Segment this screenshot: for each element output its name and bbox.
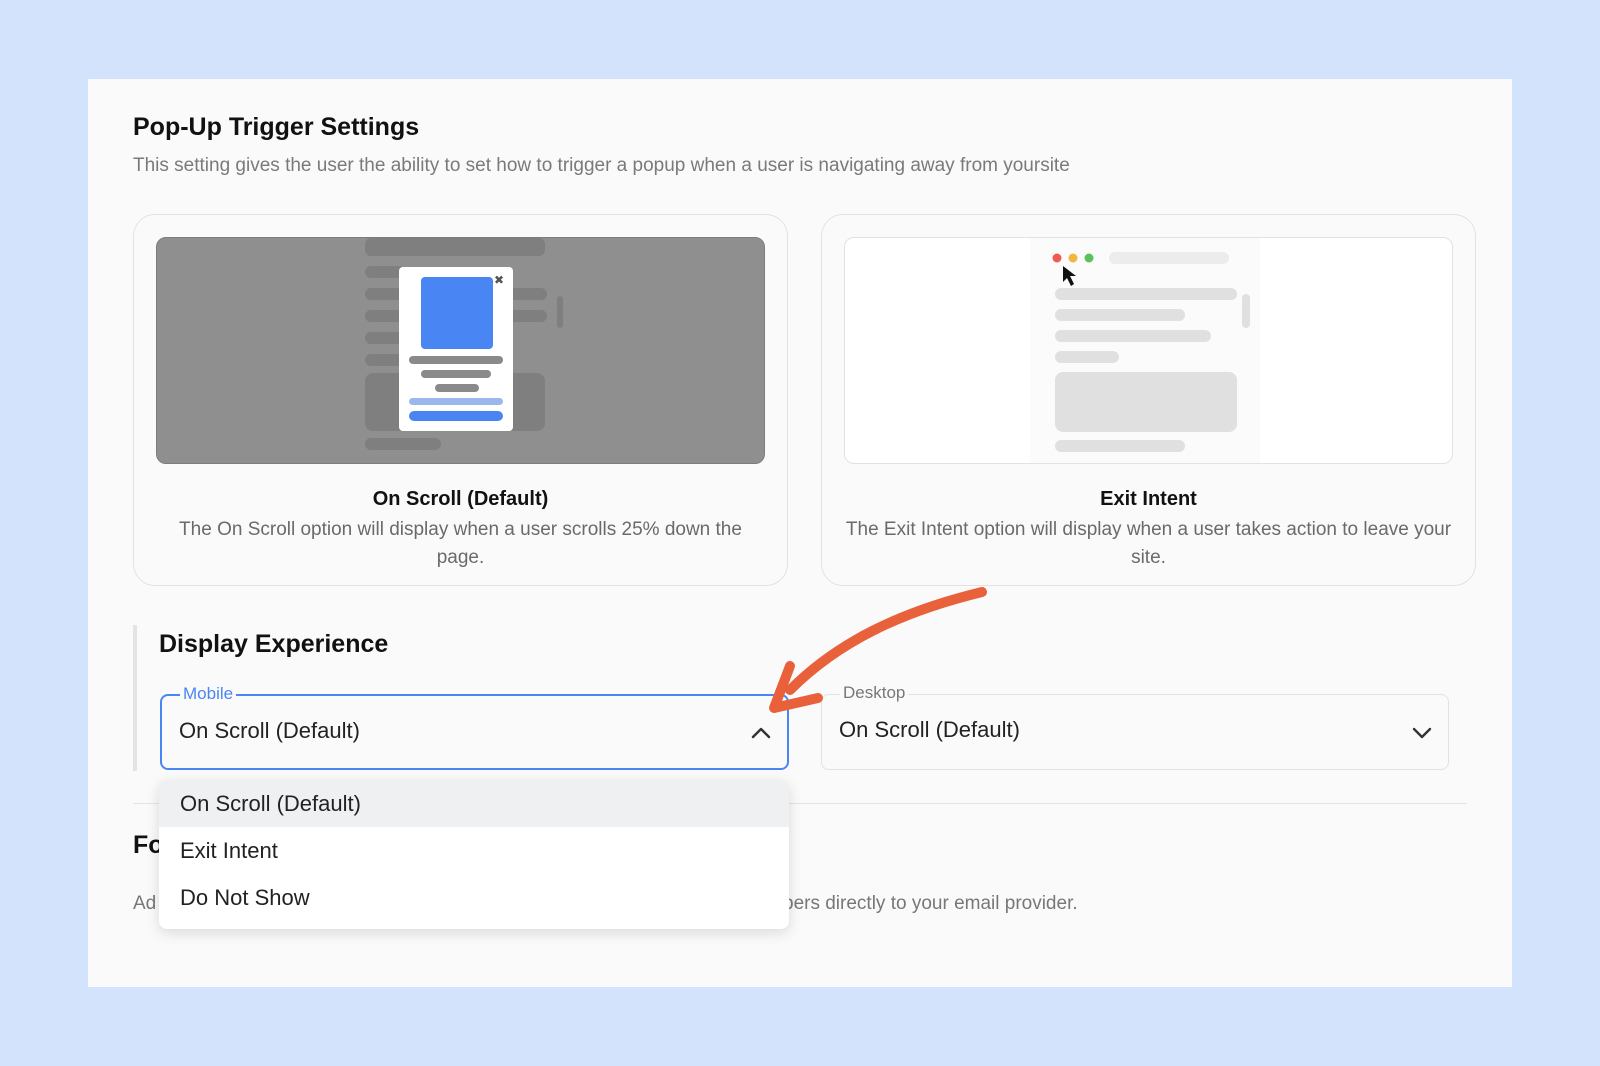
chevron-down-icon[interactable]	[1410, 722, 1434, 742]
exit-intent-illustration	[1030, 238, 1260, 463]
dropdown-option-do-not-show[interactable]: Do Not Show	[159, 874, 789, 921]
next-section-desc-tail: bers directly to your email provider.	[783, 893, 1078, 914]
dropdown-option-on-scroll[interactable]: On Scroll (Default)	[159, 780, 789, 827]
card-title-on-scroll: On Scroll (Default)	[372, 488, 549, 510]
card-title-exit-intent: Exit Intent	[1100, 488, 1197, 510]
trigger-card-on-scroll[interactable]: ✖ On Scroll (Default) The On Scroll opti…	[133, 214, 788, 586]
svg-text:✖: ✖	[494, 273, 504, 287]
display-experience-title: Display Experience	[159, 630, 389, 658]
next-section-desc: Ad	[133, 893, 157, 914]
trigger-card-exit-intent[interactable]: Exit Intent The Exit Intent option will …	[821, 214, 1476, 586]
section-accent-bar	[133, 625, 137, 771]
exit-intent-preview-image	[844, 237, 1453, 464]
settings-panel: Pop-Up Trigger Settings This setting giv…	[88, 79, 1512, 987]
mobile-select-value: On Scroll (Default)	[179, 718, 360, 743]
desktop-select[interactable]: Desktop On Scroll (Default)	[821, 682, 1449, 770]
chevron-up-icon[interactable]	[749, 723, 773, 743]
page-title: Pop-Up Trigger Settings	[133, 113, 420, 141]
dropdown-option-exit-intent[interactable]: Exit Intent	[159, 827, 789, 874]
card-desc-exit-intent: The Exit Intent option will display when…	[845, 519, 1452, 568]
mobile-select[interactable]: Mobile On Scroll (Default)	[160, 683, 789, 770]
card-desc-on-scroll: The On Scroll option will display when a…	[179, 519, 742, 568]
on-scroll-preview-image: ✖	[156, 237, 765, 464]
mobile-select-label: Mobile	[180, 683, 237, 705]
mobile-select-dropdown: On Scroll (Default) Exit Intent Do Not S…	[159, 780, 789, 929]
page-subtitle: This setting gives the user the ability …	[133, 155, 1070, 176]
on-scroll-illustration: ✖	[365, 238, 563, 450]
desktop-select-label: Desktop	[840, 682, 909, 704]
desktop-select-value: On Scroll (Default)	[839, 717, 1020, 742]
